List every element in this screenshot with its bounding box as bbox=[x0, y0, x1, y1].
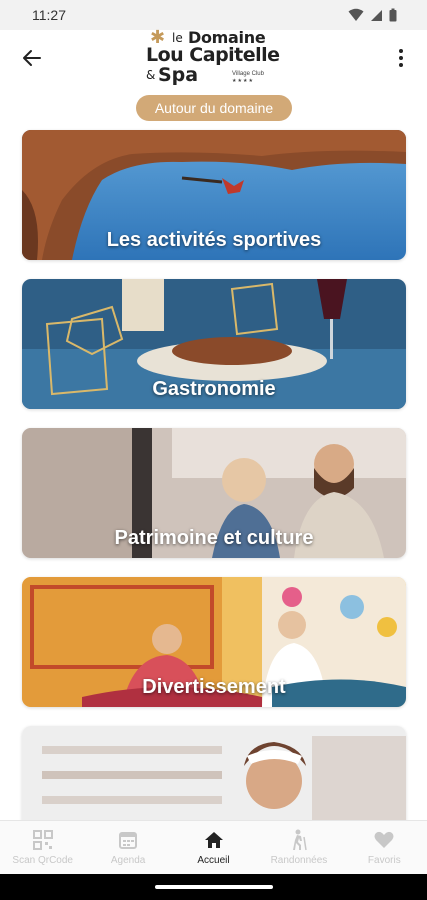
heart-icon bbox=[373, 829, 395, 851]
section-title-pill: Autour du domaine bbox=[136, 95, 292, 121]
nav-label: Randonnées bbox=[270, 855, 328, 866]
signal-icon bbox=[371, 9, 382, 21]
nav-label: Favoris bbox=[367, 855, 401, 866]
calendar-icon bbox=[117, 829, 139, 851]
card-label: Divertissement bbox=[142, 676, 286, 698]
nav-item-scan-qrcode[interactable]: Scan QrCode bbox=[0, 821, 85, 874]
card-label: Les activités sportives bbox=[106, 229, 322, 251]
card-label: Patrimoine et culture bbox=[114, 527, 314, 549]
card-gastronomie[interactable]: Gastronomie bbox=[22, 279, 406, 409]
battery-icon bbox=[389, 8, 397, 22]
arrow-left-icon bbox=[23, 50, 41, 66]
logo-le: le bbox=[172, 31, 183, 45]
logo-lou-capitelle: Lou Capitelle bbox=[146, 44, 280, 66]
hiker-icon bbox=[288, 829, 310, 851]
nav-item-randonnees[interactable]: Randonnées bbox=[256, 821, 341, 874]
nav-label: Accueil bbox=[197, 855, 230, 866]
back-button[interactable] bbox=[18, 44, 46, 72]
nav-item-accueil[interactable]: Accueil bbox=[171, 821, 256, 874]
home-icon bbox=[203, 829, 225, 851]
status-icons bbox=[348, 8, 397, 22]
wifi-icon bbox=[348, 8, 364, 21]
card-label: Gastronomie bbox=[152, 378, 276, 400]
bottom-navigation: Scan QrCode Agenda Accueil Randonnées Fa… bbox=[0, 820, 427, 874]
qr-code-icon bbox=[32, 829, 54, 851]
card-divertissement[interactable]: Divertissement bbox=[22, 577, 406, 707]
system-gesture-bar bbox=[0, 874, 427, 900]
nav-label: Scan QrCode bbox=[12, 855, 73, 866]
logo-stars: ★★★★ bbox=[232, 78, 254, 84]
logo-ampersand: & bbox=[146, 68, 156, 82]
home-gesture-handle[interactable] bbox=[155, 885, 273, 889]
brand-logo: ✱ le Domaine Lou Capitelle & Spa Village… bbox=[142, 28, 287, 86]
status-bar: 11:27 bbox=[0, 0, 427, 30]
logo-spa: Spa bbox=[158, 64, 199, 86]
more-vertical-icon bbox=[399, 49, 403, 67]
status-time: 11:27 bbox=[32, 7, 66, 23]
nav-label: Agenda bbox=[110, 855, 146, 866]
nav-item-agenda[interactable]: Agenda bbox=[85, 821, 170, 874]
card-patrimoine-culture[interactable]: Patrimoine et culture bbox=[22, 428, 406, 558]
more-options-button[interactable] bbox=[389, 44, 413, 72]
logo-village-club: Village Club bbox=[232, 71, 264, 77]
nav-item-favoris[interactable]: Favoris bbox=[342, 821, 427, 874]
card-activites-sportives[interactable]: Les activités sportives bbox=[22, 130, 406, 260]
